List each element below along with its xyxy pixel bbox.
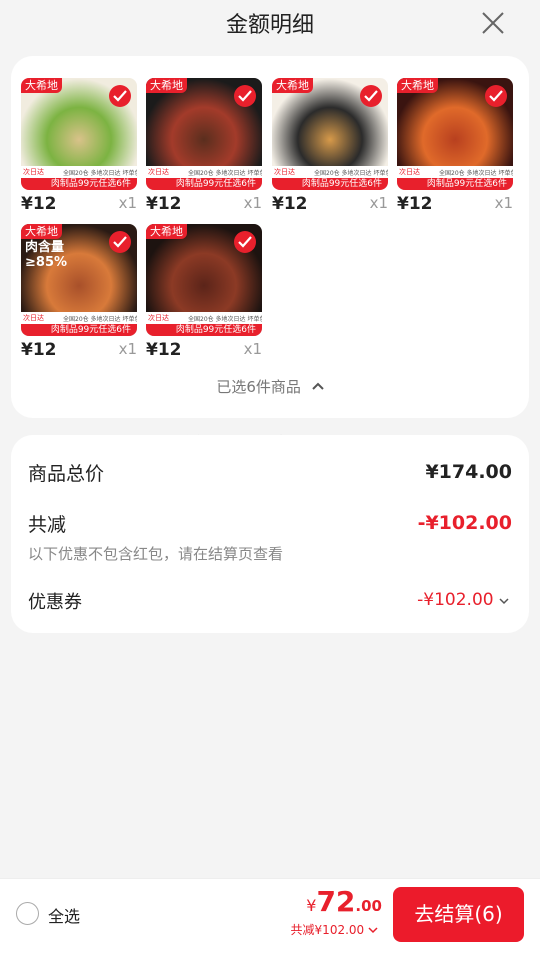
select-all-radio[interactable] [16,902,39,925]
chevron-down-icon [499,590,509,610]
product-item[interactable]: 大希地次日达 全国20仓 多地次日达 坏单包赔肉制品99元任选6件 ¥12 x1 [397,78,513,214]
select-all-label[interactable]: 全选 [48,903,80,927]
promo-bar: 次日达 全国20仓 多地次日达 坏单包赔肉制品99元任选6件 [21,166,137,190]
product-qty: x1 [243,340,262,358]
checkmark-icon[interactable] [109,85,131,107]
promo-mini-text: 全国20仓 多地次日达 坏单包赔 [188,316,262,323]
brand-tag: 大希地 [146,78,187,93]
selected-summary-toggle[interactable]: 已选6件商品 [11,376,529,397]
header: 金额明细 [0,0,540,48]
checkout-button[interactable]: 去结算(6) [393,887,524,942]
product-price: ¥12 [146,340,182,360]
promo-text: 肉制品99元任选6件 [175,325,256,335]
checkmark-icon[interactable] [234,85,256,107]
promo-text: 肉制品99元任选6件 [175,179,256,189]
checkmark-icon[interactable] [234,231,256,253]
promo-bar: 次日达 全国20仓 多地次日达 坏单包赔肉制品99元任选6件 [146,166,262,190]
discount-label: 共减 [28,514,67,536]
product-qty: x1 [118,194,137,212]
product-price: ¥12 [272,194,308,214]
close-icon[interactable] [480,10,506,36]
promo-mini-text: 全国20仓 多地次日达 坏单包赔 [314,170,388,177]
promo-text: 肉制品99元任选6件 [301,179,382,189]
product-qty: x1 [118,340,137,358]
discount-value: -¥102.00 [417,512,512,534]
promo-text: 肉制品99元任选6件 [50,179,131,189]
product-item[interactable]: 大希地次日达 全国20仓 多地次日达 坏单包赔肉制品99元任选6件 ¥12 x1 [272,78,388,214]
coupon-row[interactable]: -¥102.00 [417,590,509,610]
selected-items-card: 大希地次日达全国20仓 多地次日达 坏单包赔肉制品99元任选6件¥12x1大希地… [11,56,529,418]
coupon-label: 优惠券 [28,592,82,613]
product-image: 肉含量 ≥85%大希地次日达 全国20仓 多地次日达 坏单包赔肉制品99元任选6件 [21,224,137,336]
total-value: ¥174.00 [425,461,512,483]
product-price: ¥12 [21,194,57,214]
checkmark-icon[interactable] [109,231,131,253]
chevron-down-icon [368,923,378,937]
product-item[interactable]: 大希地次日达 全国20仓 多地次日达 坏单包赔肉制品99元任选6件 ¥12 x1 [21,78,137,214]
product-qty: x1 [243,194,262,212]
shipping-tag: 次日达 [274,168,295,176]
brand-tag: 大希地 [21,78,62,93]
page-title: 金额明细 [225,13,314,38]
total-price: ¥72.00 [306,885,382,918]
chevron-up-icon [311,376,324,394]
checkmark-icon[interactable] [360,85,382,107]
saving-detail-toggle[interactable]: 共减¥102.00 [291,921,378,938]
product-qty: x1 [369,194,388,212]
total-label: 商品总价 [28,463,105,485]
shipping-tag: 次日达 [23,168,44,176]
promo-mini-text: 全国20仓 多地次日达 坏单包赔 [63,316,137,323]
discount-note: 以下优惠不包含红包，请在结算页查看 [28,545,284,563]
selected-count: 6 [246,378,256,396]
checkmark-icon[interactable] [485,85,507,107]
shipping-tag: 次日达 [23,314,44,322]
product-image: 大希地次日达 全国20仓 多地次日达 坏单包赔肉制品99元任选6件 [21,78,137,190]
product-item[interactable]: 肉含量 ≥85%大希地次日达 全国20仓 多地次日达 坏单包赔肉制品99元任选6件… [21,224,137,360]
product-image: 大希地次日达 全国20仓 多地次日达 坏单包赔肉制品99元任选6件 [397,78,513,190]
price-summary-card: 商品总价 ¥174.00 共减 -¥102.00 以下优惠不包含红包，请在结算页… [11,435,529,633]
shipping-tag: 次日达 [148,168,169,176]
product-price: ¥12 [146,194,182,214]
promo-mini-text: 全国20仓 多地次日达 坏单包赔 [63,170,137,177]
product-price: ¥12 [397,194,433,214]
product-image: 大希地次日达 全国20仓 多地次日达 坏单包赔肉制品99元任选6件 [146,224,262,336]
promo-text: 肉制品99元任选6件 [426,179,507,189]
product-price: ¥12 [21,340,57,360]
product-item[interactable]: 大希地次日达 全国20仓 多地次日达 坏单包赔肉制品99元任选6件 ¥12 x1 [146,78,262,214]
promo-mini-text: 全国20仓 多地次日达 坏单包赔 [439,170,513,177]
promo-bar: 次日达 全国20仓 多地次日达 坏单包赔肉制品99元任选6件 [21,312,137,336]
brand-tag: 大希地 [397,78,438,93]
promo-bar: 次日达 全国20仓 多地次日达 坏单包赔肉制品99元任选6件 [272,166,388,190]
shipping-tag: 次日达 [399,168,420,176]
promo-mini-text: 全国20仓 多地次日达 坏单包赔 [188,170,262,177]
product-image: 大希地次日达 全国20仓 多地次日达 坏单包赔肉制品99元任选6件 [146,78,262,190]
bottom-bar: 全选 ¥72.00 共减¥102.00 去结算(6) [0,878,540,955]
brand-tag: 大希地 [21,224,62,239]
promo-bar: 次日达 全国20仓 多地次日达 坏单包赔肉制品99元任选6件 [146,312,262,336]
promo-text: 肉制品99元任选6件 [50,325,131,335]
product-qty: x1 [494,194,513,212]
product-image: 大希地次日达 全国20仓 多地次日达 坏单包赔肉制品99元任选6件 [272,78,388,190]
coupon-value: -¥102.00 [417,590,494,610]
brand-tag: 大希地 [272,78,313,93]
promo-bar: 次日达 全国20仓 多地次日达 坏单包赔肉制品99元任选6件 [397,166,513,190]
brand-tag: 大希地 [146,224,187,239]
product-overlay-text: 肉含量 ≥85% [25,240,68,270]
product-item[interactable]: 大希地次日达 全国20仓 多地次日达 坏单包赔肉制品99元任选6件 ¥12 x1 [146,224,262,360]
shipping-tag: 次日达 [148,314,169,322]
